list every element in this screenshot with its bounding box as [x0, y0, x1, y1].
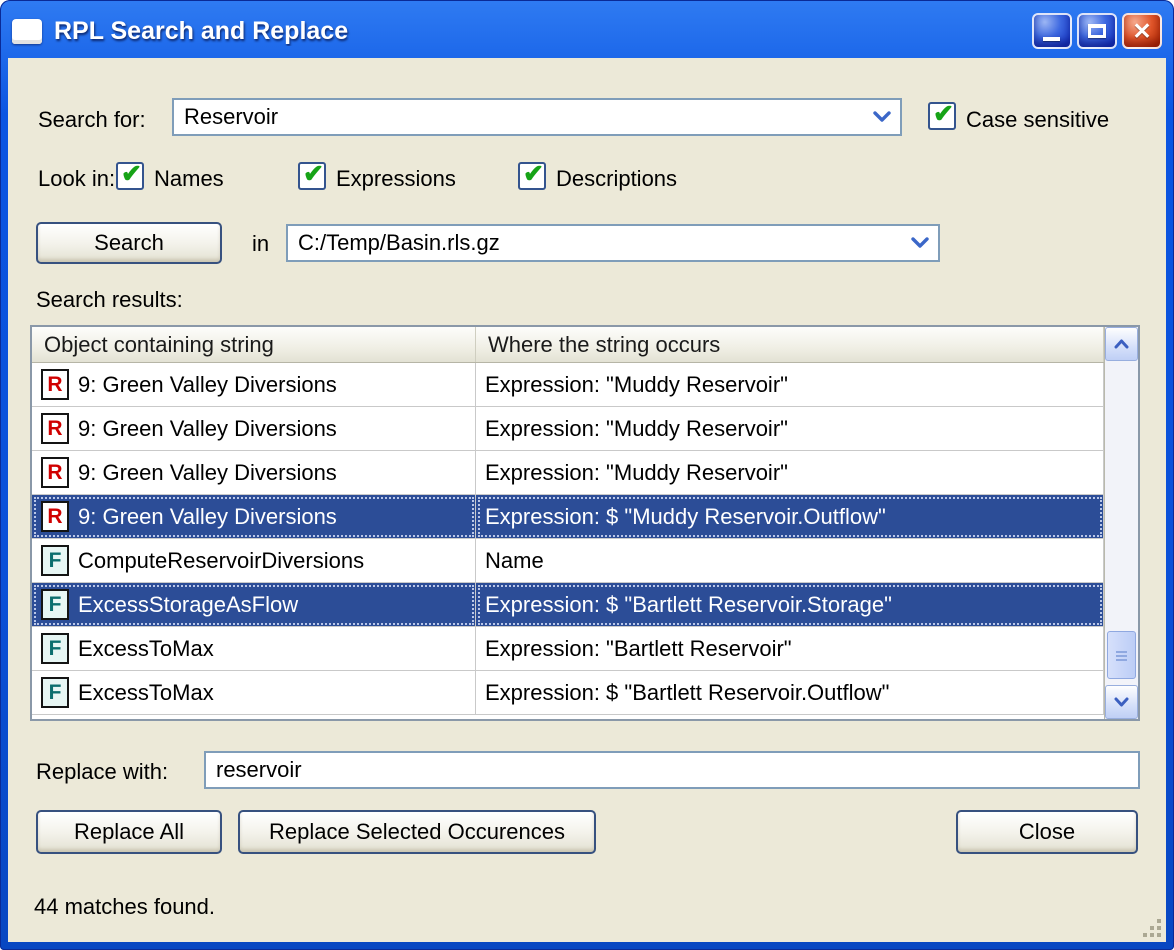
table-row[interactable]: R 9: Green Valley Diversions Expression:… — [32, 495, 1104, 539]
where-cell[interactable]: Expression: "Muddy Reservoir" — [476, 363, 1104, 407]
where-cell[interactable]: Expression: $ "Muddy Reservoir.Outflow" — [476, 495, 1104, 539]
scrollbar-track[interactable] — [1105, 361, 1138, 685]
table-row[interactable]: F ExcessToMax Expression: $ "Bartlett Re… — [32, 671, 1104, 715]
scroll-down-button[interactable] — [1105, 685, 1138, 719]
results-table: Object containing string Where the strin… — [30, 325, 1140, 721]
where-text: Name — [485, 548, 544, 574]
where-text: Expression: $ "Muddy Reservoir.Outflow" — [485, 504, 886, 530]
where-cell[interactable]: Name — [476, 539, 1104, 583]
where-cell[interactable]: Expression: $ "Bartlett Reservoir.Storag… — [476, 583, 1104, 627]
table-row[interactable]: R 9: Green Valley Diversions Expression:… — [32, 407, 1104, 451]
expressions-checkbox-label: Expressions — [336, 165, 456, 193]
window-icon[interactable] — [12, 19, 42, 44]
vertical-scrollbar[interactable] — [1104, 327, 1138, 719]
close-window-button[interactable] — [1122, 13, 1162, 49]
column-header-object[interactable]: Object containing string — [32, 327, 476, 362]
function-icon: F — [41, 677, 69, 708]
table-row[interactable]: F ComputeReservoirDiversions Name — [32, 539, 1104, 583]
object-name: ComputeReservoirDiversions — [78, 548, 364, 574]
resize-grip[interactable] — [1142, 918, 1162, 938]
file-combobox[interactable]: C:/Temp/Basin.rls.gz — [286, 224, 940, 262]
object-name: 9: Green Valley Diversions — [78, 460, 337, 486]
names-checkbox-label: Names — [154, 165, 224, 193]
where-text: Expression: "Bartlett Reservoir" — [485, 636, 792, 662]
object-cell[interactable]: F ComputeReservoirDiversions — [32, 539, 476, 583]
object-cell[interactable]: F ExcessToMax — [32, 627, 476, 671]
window-title: RPL Search and Replace — [54, 17, 1020, 46]
results-rows: R 9: Green Valley Diversions Expression:… — [32, 363, 1104, 719]
results-header: Object containing string Where the strin… — [32, 327, 1104, 363]
minimize-button[interactable] — [1032, 13, 1072, 49]
in-label: in — [252, 230, 269, 258]
object-name: 9: Green Valley Diversions — [78, 504, 337, 530]
where-text: Expression: "Muddy Reservoir" — [485, 460, 788, 486]
search-for-label: Search for: — [38, 106, 146, 134]
minimize-icon — [1043, 37, 1060, 41]
file-combobox-value: C:/Temp/Basin.rls.gz — [288, 226, 902, 260]
function-icon: F — [41, 589, 69, 620]
maximize-button[interactable] — [1077, 13, 1117, 49]
scrollbar-thumb[interactable] — [1107, 631, 1136, 679]
where-cell[interactable]: Expression: "Muddy Reservoir" — [476, 451, 1104, 495]
rule-icon: R — [41, 413, 69, 444]
function-icon: F — [41, 545, 69, 576]
where-text: Expression: "Muddy Reservoir" — [485, 416, 788, 442]
search-for-combobox[interactable]: Reservoir — [172, 98, 902, 136]
table-row[interactable]: F ExcessToMax Expression: "Bartlett Rese… — [32, 627, 1104, 671]
object-cell[interactable]: R 9: Green Valley Diversions — [32, 363, 476, 407]
descriptions-checkbox[interactable] — [518, 162, 546, 190]
rule-icon: R — [41, 501, 69, 532]
descriptions-checkbox-label: Descriptions — [556, 165, 677, 193]
scroll-up-button[interactable] — [1105, 327, 1138, 361]
object-name: 9: Green Valley Diversions — [78, 372, 337, 398]
column-header-where[interactable]: Where the string occurs — [476, 327, 1104, 362]
table-row[interactable]: R 9: Green Valley Diversions Expression:… — [32, 451, 1104, 495]
results-table-main: Object containing string Where the strin… — [32, 327, 1104, 719]
expressions-checkbox[interactable] — [298, 162, 326, 190]
where-cell[interactable]: Expression: "Bartlett Reservoir" — [476, 627, 1104, 671]
replace-input[interactable] — [204, 751, 1140, 789]
rule-icon: R — [41, 369, 69, 400]
object-name: ExcessStorageAsFlow — [78, 592, 298, 618]
table-row[interactable]: F ExcessStorageAsFlow Expression: $ "Bar… — [32, 583, 1104, 627]
replace-all-button[interactable]: Replace All — [36, 810, 222, 854]
where-cell[interactable]: Expression: "Muddy Reservoir" — [476, 407, 1104, 451]
look-in-label: Look in: — [38, 165, 115, 193]
where-text: Expression: "Muddy Reservoir" — [485, 372, 788, 398]
object-name: 9: Green Valley Diversions — [78, 416, 337, 442]
object-name: ExcessToMax — [78, 680, 214, 706]
status-text: 44 matches found. — [34, 894, 215, 920]
table-row[interactable]: R 9: Green Valley Diversions Expression:… — [32, 363, 1104, 407]
title-bar[interactable]: RPL Search and Replace — [6, 6, 1168, 56]
where-text: Expression: $ "Bartlett Reservoir.Storag… — [485, 592, 892, 618]
names-checkbox[interactable] — [116, 162, 144, 190]
search-results-label: Search results: — [36, 286, 183, 314]
chevron-down-icon[interactable] — [902, 226, 938, 260]
object-cell[interactable]: R 9: Green Valley Diversions — [32, 495, 476, 539]
object-name: ExcessToMax — [78, 636, 214, 662]
chevron-down-icon[interactable] — [864, 100, 900, 134]
replace-selected-button[interactable]: Replace Selected Occurences — [238, 810, 596, 854]
case-sensitive-checkbox[interactable] — [928, 102, 956, 130]
where-cell[interactable]: Expression: $ "Bartlett Reservoir.Outflo… — [476, 671, 1104, 715]
rule-icon: R — [41, 457, 69, 488]
replace-with-label: Replace with: — [36, 758, 168, 786]
dialog-window: RPL Search and Replace Search for: Reser… — [0, 0, 1174, 950]
object-cell[interactable]: F ExcessStorageAsFlow — [32, 583, 476, 627]
case-sensitive-label: Case sensitive — [966, 106, 1109, 134]
search-button[interactable]: Search — [36, 222, 222, 264]
window-controls — [1032, 13, 1162, 49]
maximize-icon — [1088, 24, 1106, 38]
function-icon: F — [41, 633, 69, 664]
search-for-value: Reservoir — [174, 100, 864, 134]
object-cell[interactable]: F ExcessToMax — [32, 671, 476, 715]
object-cell[interactable]: R 9: Green Valley Diversions — [32, 407, 476, 451]
close-button[interactable]: Close — [956, 810, 1138, 854]
object-cell[interactable]: R 9: Green Valley Diversions — [32, 451, 476, 495]
where-text: Expression: $ "Bartlett Reservoir.Outflo… — [485, 680, 889, 706]
client-area: Search for: Reservoir Case sensitive Loo… — [8, 58, 1166, 942]
